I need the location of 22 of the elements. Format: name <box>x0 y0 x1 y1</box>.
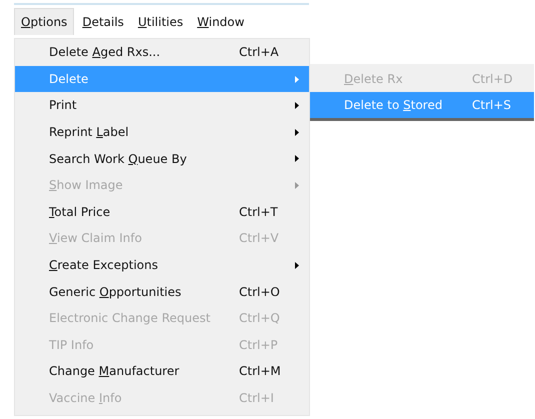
shortcut-text: Ctrl+D <box>472 72 513 86</box>
menu-item[interactable]: Search Work Queue By <box>15 145 309 172</box>
menu-bar-item[interactable]: Options <box>14 8 74 35</box>
shortcut-text: Ctrl+T <box>239 204 278 219</box>
menu-item[interactable]: Change Manufacturer Ctrl+M <box>15 358 309 385</box>
menu-item[interactable]: Delete Aged Rxs... Ctrl+A <box>15 39 309 66</box>
menu-item[interactable]: Total Price Ctrl+T <box>15 198 309 226</box>
shortcut-text: Ctrl+P <box>239 338 278 352</box>
shortcut-text: Ctrl+O <box>239 284 280 299</box>
menu-item[interactable]: Reprint Label <box>15 118 309 146</box>
shortcut-text: Ctrl+M <box>239 364 281 378</box>
menu-bar-item[interactable]: Details <box>76 8 130 34</box>
shortcut-text: Ctrl+V <box>239 231 279 246</box>
menu-bar-item[interactable]: Utilities <box>132 8 190 34</box>
menu-bar-item[interactable]: Window <box>191 8 250 34</box>
shortcut-text: Ctrl+Q <box>239 311 280 326</box>
shortcut-text: Ctrl+A <box>239 45 279 60</box>
menu-item[interactable]: Create Exceptions <box>15 252 309 278</box>
shortcut-text: Ctrl+S <box>472 98 512 112</box>
menu-item[interactable]: Print <box>15 92 309 119</box>
shortcut-text: Ctrl+I <box>239 391 274 406</box>
menu-item[interactable]: Generic Opportunities Ctrl+O <box>15 278 309 305</box>
